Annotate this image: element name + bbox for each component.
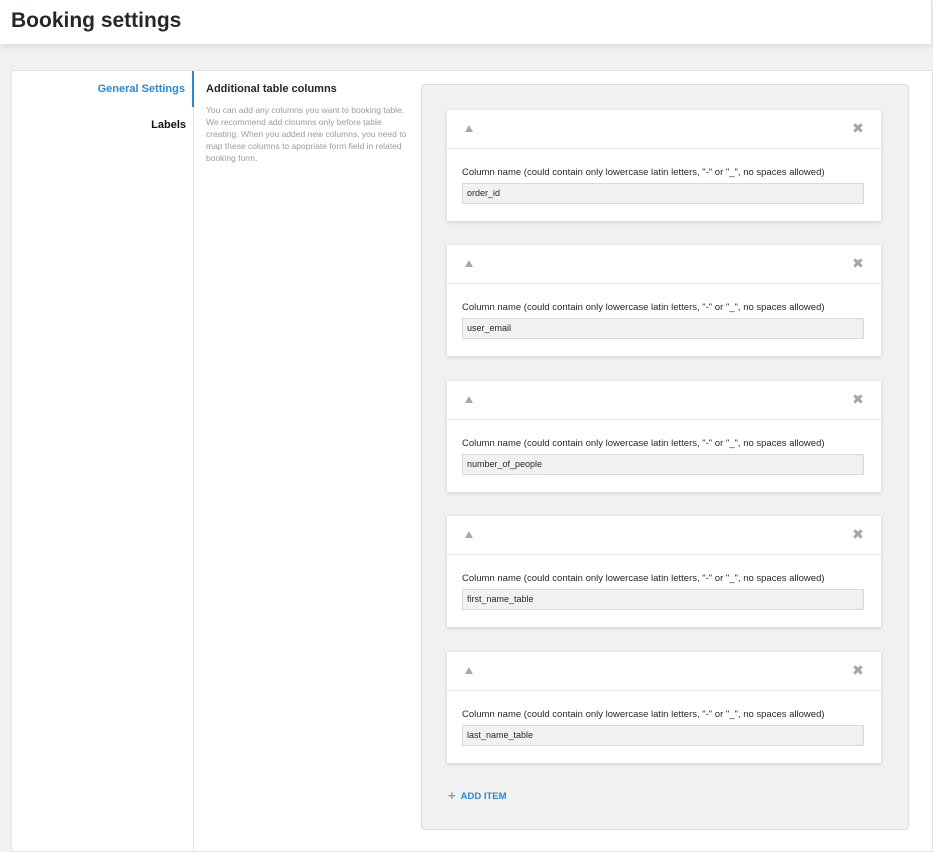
columns-repeater: ✖ Column name (could contain only lowerc… <box>421 84 909 830</box>
triangle-up-icon[interactable] <box>465 396 473 403</box>
repeater-item-header[interactable]: ✖ <box>447 516 881 555</box>
triangle-up-icon[interactable] <box>465 531 473 538</box>
repeater-item-header[interactable]: ✖ <box>447 245 881 284</box>
plus-icon: + <box>448 788 456 803</box>
repeater-item: ✖ Column name (could contain only lowerc… <box>447 652 881 763</box>
column-name-label: Column name (could contain only lowercas… <box>462 167 825 178</box>
repeater-item: ✖ Column name (could contain only lowerc… <box>447 516 881 627</box>
settings-nav: General Settings Labels <box>12 71 194 851</box>
nav-item-labels[interactable]: Labels <box>12 107 193 143</box>
column-name-label: Column name (could contain only lowercas… <box>462 573 825 584</box>
column-name-input[interactable]: first_name_table <box>462 589 864 610</box>
repeater-item-header[interactable]: ✖ <box>447 110 881 149</box>
repeater-item-header[interactable]: ✖ <box>447 652 881 691</box>
column-name-input[interactable]: order_id <box>462 183 864 204</box>
column-name-label: Column name (could contain only lowercas… <box>462 709 825 720</box>
column-name-label: Column name (could contain only lowercas… <box>462 302 825 313</box>
close-icon[interactable]: ✖ <box>851 256 865 270</box>
column-name-label: Column name (could contain only lowercas… <box>462 438 825 449</box>
repeater-item-header[interactable]: ✖ <box>447 381 881 420</box>
column-name-input[interactable]: number_of_people <box>462 454 864 475</box>
add-item-label: ADD ITEM <box>460 790 507 802</box>
nav-item-general-settings[interactable]: General Settings <box>13 71 194 107</box>
section-title: Additional table columns <box>206 83 337 95</box>
close-icon[interactable]: ✖ <box>851 663 865 677</box>
triangle-up-icon[interactable] <box>465 260 473 267</box>
section-description: You can add any columns you want to book… <box>206 105 407 163</box>
page-header: Booking settings <box>0 0 932 44</box>
repeater-item: ✖ Column name (could contain only lowerc… <box>447 245 881 356</box>
triangle-up-icon[interactable] <box>465 667 473 674</box>
repeater-item: ✖ Column name (could contain only lowerc… <box>447 110 881 221</box>
close-icon[interactable]: ✖ <box>851 392 865 406</box>
settings-panel: General Settings Labels Additional table… <box>11 70 933 852</box>
column-name-input[interactable]: user_email <box>462 318 864 339</box>
add-item-button[interactable]: + ADD ITEM <box>448 789 507 803</box>
close-icon[interactable]: ✖ <box>851 527 865 541</box>
close-icon[interactable]: ✖ <box>851 121 865 135</box>
page-title: Booking settings <box>11 9 182 32</box>
section-info: Additional table columns You can add any… <box>206 83 416 164</box>
repeater-item: ✖ Column name (could contain only lowerc… <box>447 381 881 492</box>
column-name-input[interactable]: last_name_table <box>462 725 864 746</box>
triangle-up-icon[interactable] <box>465 125 473 132</box>
